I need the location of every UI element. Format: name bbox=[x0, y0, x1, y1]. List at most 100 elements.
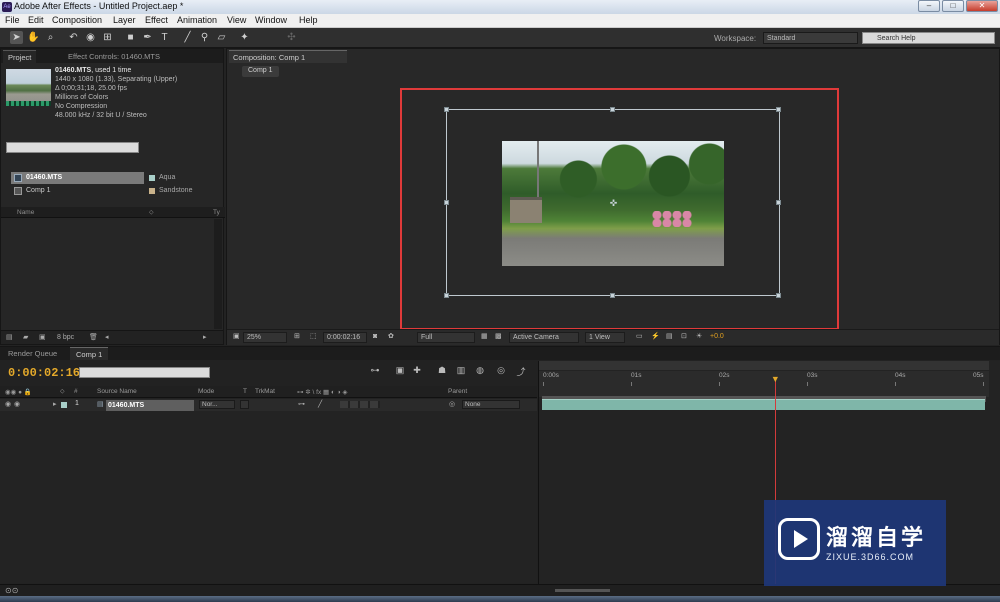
tab-comp-1[interactable]: Comp 1 bbox=[70, 347, 109, 360]
menu-window[interactable]: Window bbox=[255, 15, 287, 25]
brush-tool-icon[interactable]: ╱ bbox=[181, 31, 194, 44]
timeline-search-input[interactable] bbox=[79, 367, 210, 378]
time-ruler[interactable]: 0:00s 01s 02s 03s 04s 05s bbox=[539, 371, 989, 402]
timeline-current-time[interactable]: 0:00:02:16 bbox=[8, 366, 80, 380]
parent-select[interactable]: None bbox=[462, 400, 520, 409]
exposure-value[interactable]: +0.0 bbox=[707, 332, 727, 343]
brainstorm-icon[interactable]: ◎ bbox=[494, 365, 508, 378]
transform-handle[interactable] bbox=[444, 200, 449, 205]
eraser-tool-icon[interactable]: ▱ bbox=[215, 31, 228, 44]
menu-edit[interactable]: Edit bbox=[28, 15, 44, 25]
expand-arrow-icon[interactable]: ▸ bbox=[53, 400, 57, 408]
menu-layer[interactable]: Layer bbox=[113, 15, 136, 25]
pan-behind-tool-icon[interactable]: ⊞ bbox=[101, 31, 114, 44]
close-button[interactable]: ✕ bbox=[966, 0, 998, 12]
label-swatch[interactable] bbox=[149, 188, 155, 194]
trkmat-select[interactable] bbox=[240, 400, 249, 409]
column-source-name[interactable]: Source Name bbox=[97, 388, 137, 395]
comp-mini-flowchart-icon[interactable]: ⊶ bbox=[368, 365, 382, 378]
menu-composition[interactable]: Composition bbox=[52, 15, 102, 25]
quality-switch-icon[interactable]: ╱ bbox=[318, 400, 322, 408]
time-navigator[interactable] bbox=[539, 361, 989, 370]
draft-3d-icon[interactable]: ✚ bbox=[410, 365, 424, 378]
column-type[interactable]: Ty bbox=[213, 209, 220, 216]
tab-effect-controls[interactable]: Effect Controls: 01460.MTS bbox=[63, 50, 165, 63]
rotation-tool-icon[interactable]: ↶ bbox=[67, 31, 80, 44]
tab-render-queue[interactable]: Render Queue bbox=[2, 347, 63, 360]
tab-composition[interactable]: Composition: Comp 1 bbox=[229, 50, 347, 63]
transform-handle[interactable] bbox=[776, 293, 781, 298]
zoom-tool-icon[interactable]: ⌕ bbox=[44, 31, 57, 44]
project-item[interactable]: Comp 1 Sandstone bbox=[1, 185, 225, 197]
pen-tool-icon[interactable]: ✒ bbox=[141, 31, 154, 44]
menu-file[interactable]: File bbox=[5, 15, 20, 25]
interpret-footage-icon[interactable]: ▤ bbox=[6, 333, 13, 341]
axis-mode-icon[interactable]: ✣ bbox=[285, 31, 298, 44]
anchor-point-icon[interactable]: ✜ bbox=[609, 199, 618, 208]
transform-handle[interactable] bbox=[610, 107, 615, 112]
resolution-select[interactable]: Full bbox=[417, 332, 475, 343]
layer-label-swatch[interactable] bbox=[61, 402, 67, 408]
puppet-tool-icon[interactable]: ✦ bbox=[238, 31, 251, 44]
workspace-select[interactable]: Standard bbox=[763, 32, 858, 44]
type-tool-icon[interactable]: T bbox=[158, 31, 171, 44]
project-search-input[interactable] bbox=[6, 142, 139, 153]
transform-handle[interactable] bbox=[776, 200, 781, 205]
label-column-icon[interactable]: ⬦ bbox=[149, 209, 154, 217]
camera-tool-icon[interactable]: ◉ bbox=[84, 31, 97, 44]
toggle-switches-icon[interactable]: ⊙⊙ bbox=[5, 586, 18, 595]
timeline-toggle-icon[interactable]: ▤ bbox=[663, 332, 676, 343]
grid-icon[interactable]: ⊞ bbox=[291, 332, 303, 343]
maximize-button[interactable]: □ bbox=[942, 0, 964, 12]
shy-layers-icon[interactable]: ☗ bbox=[435, 365, 449, 378]
timeline-layer-area[interactable] bbox=[0, 411, 537, 583]
menu-help[interactable]: Help bbox=[299, 15, 318, 25]
clone-stamp-tool-icon[interactable]: ⚲ bbox=[198, 31, 211, 44]
current-time-indicator-head[interactable]: ▼ bbox=[770, 375, 780, 384]
transform-handle[interactable] bbox=[444, 293, 449, 298]
rectangle-tool-icon[interactable]: ■ bbox=[124, 31, 137, 44]
column-mode[interactable]: Mode bbox=[198, 388, 214, 395]
menu-view[interactable]: View bbox=[227, 15, 246, 25]
column-trkmat[interactable]: TrkMat bbox=[255, 388, 275, 395]
bpc-label[interactable]: 8 bpc bbox=[57, 334, 74, 341]
layer-duration-bar[interactable] bbox=[542, 399, 985, 410]
tab-project[interactable]: Project bbox=[3, 50, 37, 63]
fast-preview-icon[interactable]: ⚡ bbox=[648, 332, 663, 343]
magnification-select[interactable]: 25% bbox=[243, 332, 287, 343]
search-help-input[interactable]: Search Help bbox=[862, 32, 995, 44]
region-of-interest-icon[interactable]: ▦ bbox=[478, 332, 491, 343]
scroll-right-icon[interactable]: ▸ bbox=[203, 333, 207, 341]
new-folder-icon[interactable]: ▰ bbox=[23, 333, 28, 341]
always-preview-icon[interactable]: ▣ bbox=[230, 332, 243, 343]
comp-breadcrumb[interactable]: Comp 1 bbox=[242, 66, 279, 77]
layer-switches[interactable] bbox=[340, 401, 380, 408]
selection-tool-icon[interactable]: ➤ bbox=[10, 31, 23, 44]
snapshot-icon[interactable]: ◙ bbox=[370, 332, 380, 343]
transform-handle[interactable] bbox=[776, 107, 781, 112]
column-name[interactable]: Name bbox=[17, 209, 34, 216]
timeline-layer-row[interactable]: ◉ ◉ ▸ 1 ▤ 01460.MTS Nor... ⊶ ╱ ◎ None bbox=[0, 399, 537, 412]
mask-visibility-icon[interactable]: ⬚ bbox=[307, 332, 320, 343]
trash-icon[interactable]: 🗑 bbox=[89, 333, 98, 341]
show-channel-icon[interactable]: ✿ bbox=[385, 332, 397, 343]
motion-blur-icon[interactable]: ◍ bbox=[473, 365, 487, 378]
view-layout-select[interactable]: 1 View bbox=[585, 332, 625, 343]
project-scrollbar[interactable] bbox=[214, 219, 222, 329]
menu-animation[interactable]: Animation bbox=[177, 15, 217, 25]
flowchart-icon[interactable]: ⊡ bbox=[678, 332, 690, 343]
project-item[interactable]: 01460.MTS Aqua bbox=[1, 172, 225, 184]
blend-mode-select[interactable]: Nor... bbox=[199, 400, 235, 409]
scroll-left-icon[interactable]: ◂ bbox=[105, 333, 109, 341]
pixel-aspect-icon[interactable]: ▭ bbox=[633, 332, 646, 343]
frame-blending-icon[interactable]: ▥ bbox=[454, 365, 468, 378]
shy-switch-icon[interactable]: ⊶ bbox=[298, 400, 305, 408]
graph-editor-icon[interactable]: ⤴ bbox=[514, 365, 528, 378]
label-swatch[interactable] bbox=[149, 175, 155, 181]
column-parent[interactable]: Parent bbox=[448, 388, 467, 395]
reset-exposure-icon[interactable]: ☀ bbox=[693, 332, 705, 343]
transparency-grid-icon[interactable]: ▩ bbox=[492, 332, 505, 343]
transform-handle[interactable] bbox=[444, 107, 449, 112]
transform-handle[interactable] bbox=[610, 293, 615, 298]
hand-tool-icon[interactable]: ✋ bbox=[27, 31, 40, 44]
